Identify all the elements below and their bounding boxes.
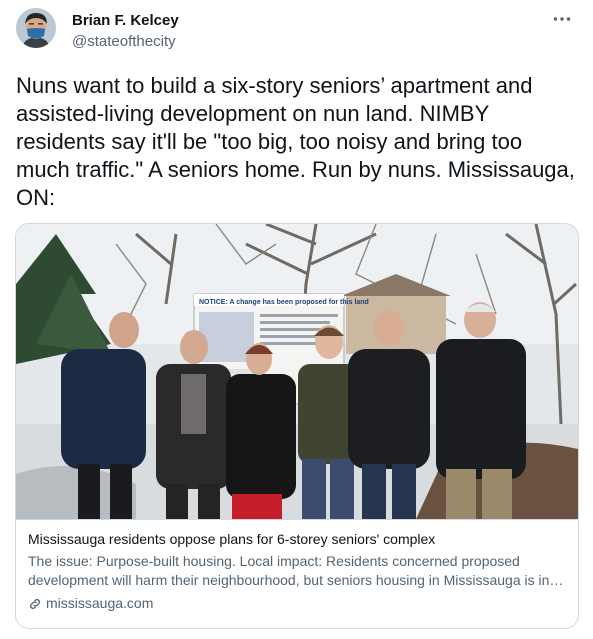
card-image: NOTICE: A change has been proposed for t… <box>16 224 578 519</box>
tweet: Brian F. Kelcey @stateofthecity Nuns wan… <box>0 0 593 639</box>
card-description: The issue: Purpose-built housing. Local … <box>28 553 550 588</box>
author-handle[interactable]: @stateofthecity <box>72 32 179 52</box>
more-options-button[interactable] <box>545 6 579 32</box>
card-domain-row: mississauga.com <box>28 594 566 613</box>
avatar[interactable] <box>16 8 56 48</box>
sign-heading: NOTICE: A change has been proposed for t… <box>199 299 369 306</box>
card-domain: mississauga.com <box>46 595 154 611</box>
avatar-image <box>16 8 56 48</box>
link-preview-card[interactable]: NOTICE: A change has been proposed for t… <box>15 223 579 629</box>
more-horizontal-icon <box>553 17 571 21</box>
author-block: Brian F. Kelcey @stateofthecity <box>72 11 179 52</box>
card-title: Mississauga residents oppose plans for 6… <box>28 531 436 547</box>
link-icon <box>30 598 40 609</box>
author-display-name[interactable]: Brian F. Kelcey <box>72 11 179 31</box>
card-meta: Mississauga residents oppose plans for 6… <box>16 519 578 628</box>
tweet-text: Nuns want to build a six-story seniors’ … <box>16 73 575 210</box>
